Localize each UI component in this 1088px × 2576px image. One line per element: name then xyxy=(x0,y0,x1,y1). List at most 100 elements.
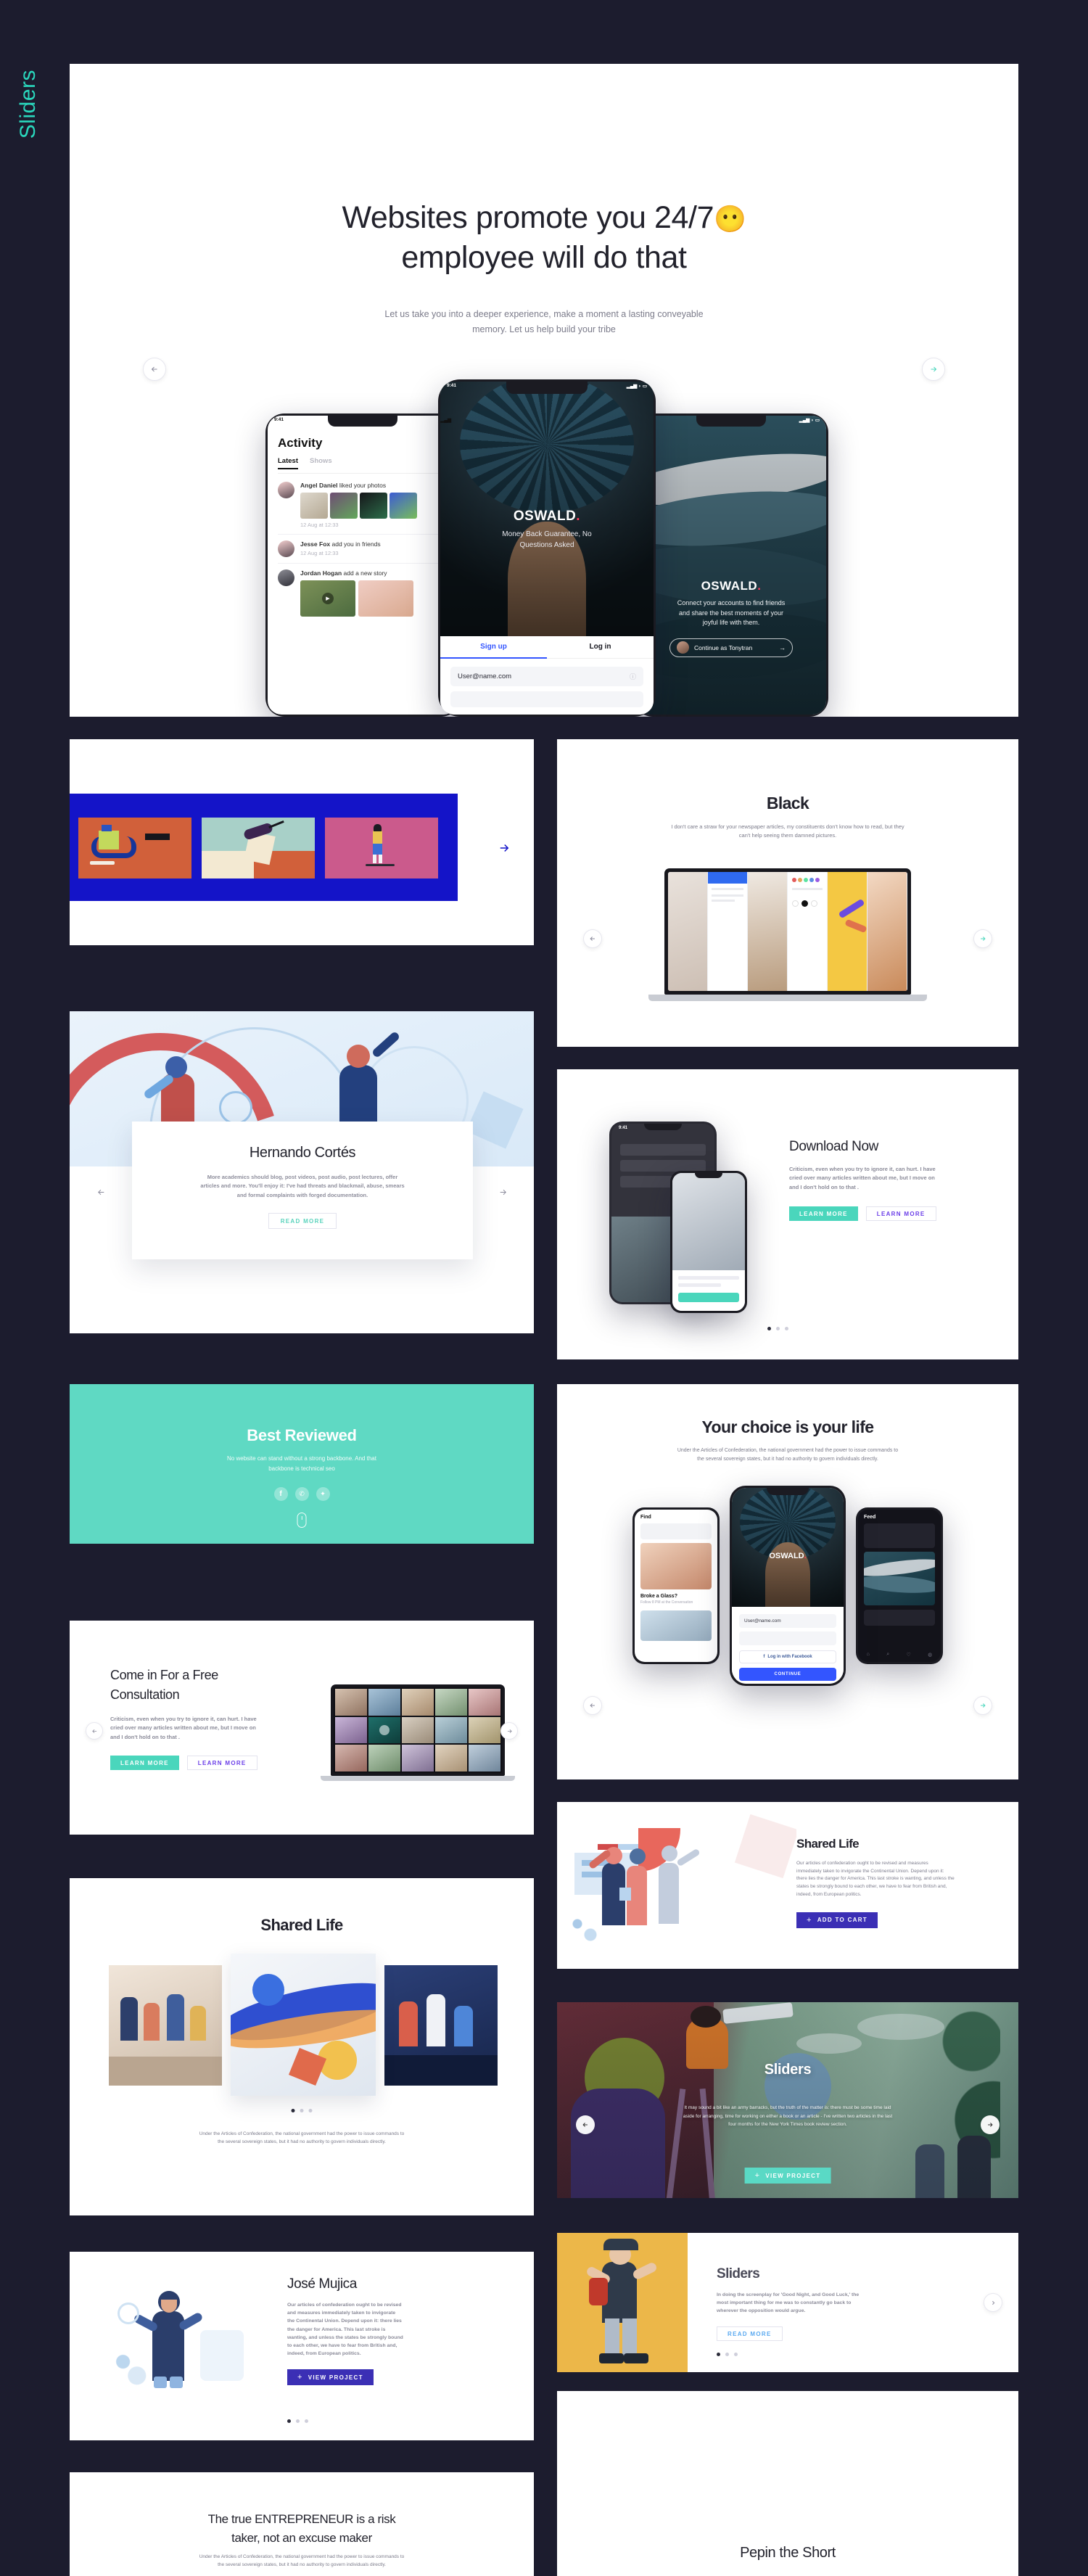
dot[interactable] xyxy=(717,2353,720,2356)
mujica-dots[interactable] xyxy=(287,2419,308,2423)
dot[interactable] xyxy=(308,2109,313,2112)
hero-phone-right: ▂▄▆ ◗ ▭ OSWALD. Connect your accounts to… xyxy=(634,413,828,717)
slide-thumb[interactable] xyxy=(202,818,315,878)
dot[interactable] xyxy=(305,2419,308,2423)
shared-life-add-to-cart-button[interactable]: + Add to cart xyxy=(796,1912,878,1928)
dot[interactable] xyxy=(785,1327,788,1330)
sliders-art-view-project-button[interactable]: + View project xyxy=(744,2168,831,2184)
plus-icon: + xyxy=(297,2373,303,2382)
sliders-yellow-card: Sliders In doing the screenplay for 'Goo… xyxy=(557,2233,1018,2372)
dot[interactable] xyxy=(287,2419,291,2423)
sliders-yellow-dots[interactable] xyxy=(717,2353,738,2356)
download-learn-more-primary[interactable]: Learn more xyxy=(789,1206,858,1222)
phone-center-email-input[interactable]: User@name.com ⓘ xyxy=(450,667,643,686)
twitter-icon[interactable]: ✦ xyxy=(316,1487,330,1501)
download-sub-3: and I don't hold on to that . xyxy=(789,1183,859,1190)
cortes-card: Hernando Cortés More academics should bl… xyxy=(70,1011,534,1333)
phone-left-tab-shows[interactable]: Shows xyxy=(310,457,332,469)
messenger-icon[interactable]: ✆ xyxy=(294,1487,309,1501)
activity-thumb xyxy=(300,493,328,519)
home-icon[interactable]: ⌂ xyxy=(867,1652,870,1658)
shared-life-left-card: Shared Life Under the Articles of Confed… xyxy=(70,1878,534,2215)
consultation-sub-1: Criticism, even when you try to ignore i… xyxy=(110,1716,257,1722)
your-choice-sub-1: Under the Articles of Confederation, the… xyxy=(677,1448,899,1453)
shared-life-illustration xyxy=(557,1802,796,1969)
entrepreneur-card: The true ENTREPRENEUR is a risk taker, n… xyxy=(70,2472,534,2576)
dot[interactable] xyxy=(291,2109,295,2112)
dot[interactable] xyxy=(300,2109,304,2112)
arrow-right-icon xyxy=(931,366,937,372)
dot[interactable] xyxy=(296,2419,300,2423)
plus-icon: + xyxy=(807,1915,812,1925)
profile-icon[interactable]: ◍ xyxy=(928,1652,932,1658)
activity-action: liked your photos xyxy=(339,482,387,489)
gallery-panel[interactable] xyxy=(109,1965,222,2086)
sliders-yellow-sub-1: In doing the screenplay for 'Good Night,… xyxy=(717,2292,860,2297)
phone-right-continue-button[interactable]: Continue as Tonytran → xyxy=(669,638,793,657)
gallery-panel-active[interactable] xyxy=(231,1954,376,2096)
sliders-yellow-read-more-button[interactable]: Read more xyxy=(717,2326,783,2342)
choice-email-value: User@name.com xyxy=(744,1618,781,1624)
consultation-next-button[interactable] xyxy=(500,1722,518,1740)
dot[interactable] xyxy=(725,2353,729,2356)
choice-continue-button[interactable]: CONTINUE xyxy=(739,1668,836,1681)
activity-user: Angel Daniel xyxy=(300,482,338,489)
activity-item[interactable]: Jesse Fox add you in friends 12 Aug at 1… xyxy=(278,540,448,557)
phone-center-tab-signup[interactable]: Sign up xyxy=(440,636,547,659)
mujica-sub-4: the danger for America. This last stroke… xyxy=(287,2326,386,2332)
your-choice-next-button[interactable] xyxy=(973,1696,992,1715)
activity-item[interactable]: Jordan Hogan add a new story ▶ xyxy=(278,569,448,617)
black-next-button[interactable] xyxy=(973,929,992,948)
choice-phone-right-label: Feed xyxy=(864,1515,876,1520)
hero-prev-button[interactable] xyxy=(143,358,166,381)
consultation-learn-more-secondary[interactable]: Learn more xyxy=(186,1756,257,1771)
dot[interactable] xyxy=(776,1327,780,1330)
blue-slider-next-button[interactable] xyxy=(492,836,516,860)
consultation-title-1: Come in For a Free xyxy=(110,1668,218,1682)
sliders-art-prev-button[interactable] xyxy=(576,2115,595,2134)
your-choice-card: Your choice is your life Under the Artic… xyxy=(557,1384,1018,1779)
shared-life-right-sub-3: there lies the danger for America. This … xyxy=(796,1876,955,1882)
cortes-next-button[interactable] xyxy=(493,1182,512,1201)
mujica-view-project-button[interactable]: + View project xyxy=(287,2369,374,2386)
mujica-sub-7: indeed, from European politics. xyxy=(287,2351,361,2357)
download-card: 9:41 Download Now Criticism, even when y… xyxy=(557,1069,1018,1359)
download-dots[interactable] xyxy=(767,1327,788,1330)
search-icon[interactable]: ⌕ xyxy=(886,1652,889,1658)
choice-email-input[interactable]: User@name.com xyxy=(739,1614,836,1628)
phone-left-tab-latest[interactable]: Latest xyxy=(278,457,298,469)
sliders-yellow-next-button[interactable] xyxy=(984,2293,1002,2312)
dot[interactable] xyxy=(734,2353,738,2356)
shared-life-left-dots[interactable] xyxy=(291,2109,313,2112)
cortes-read-more-button[interactable]: Read more xyxy=(268,1213,337,1230)
consultation-prev-button[interactable] xyxy=(86,1722,103,1740)
left-rail: Sliders xyxy=(0,0,70,2576)
phone-center-password-input[interactable] xyxy=(450,691,643,707)
sliders-art-card: Sliders It may sound a bit like an army … xyxy=(557,2002,1018,2198)
slide-thumb[interactable] xyxy=(78,818,191,878)
activity-video-thumb[interactable]: ▶ xyxy=(300,580,355,617)
activity-time: 12 Aug at 12:33 xyxy=(300,522,339,528)
black-prev-button[interactable] xyxy=(583,929,602,948)
activity-thumb xyxy=(360,493,387,519)
choice-facebook-button[interactable]: f Log in with Facebook xyxy=(739,1650,836,1663)
sliders-art-next-button[interactable] xyxy=(981,2115,1000,2134)
cortes-prev-button[interactable] xyxy=(91,1182,110,1201)
activity-item[interactable]: Angel Daniel liked your photos 12 Aug at… xyxy=(278,482,448,528)
dot[interactable] xyxy=(767,1327,771,1330)
choice-phone-left: Find Broke a Glass? Follow 8 PM at the C… xyxy=(632,1507,720,1664)
gallery-panel[interactable] xyxy=(384,1965,498,2086)
brand-dot: . xyxy=(757,579,762,593)
facebook-icon[interactable]: f xyxy=(273,1487,288,1501)
slide-thumb[interactable] xyxy=(325,818,438,878)
heart-icon[interactable]: ♡ xyxy=(907,1652,911,1658)
best-reviewed-card: Best Reviewed No website can stand witho… xyxy=(70,1384,534,1544)
download-learn-more-secondary[interactable]: Learn more xyxy=(865,1206,936,1222)
facebook-icon: f xyxy=(763,1655,765,1659)
sliders-yellow-sub-2: most important thing for me was to const… xyxy=(717,2300,852,2306)
your-choice-prev-button[interactable] xyxy=(583,1696,602,1715)
info-icon: ⓘ xyxy=(629,673,636,680)
hero-next-button[interactable] xyxy=(922,358,945,381)
cortes-sub-1: More academics should blog, post videos,… xyxy=(207,1174,398,1180)
consultation-learn-more-primary[interactable]: Learn more xyxy=(110,1756,179,1771)
